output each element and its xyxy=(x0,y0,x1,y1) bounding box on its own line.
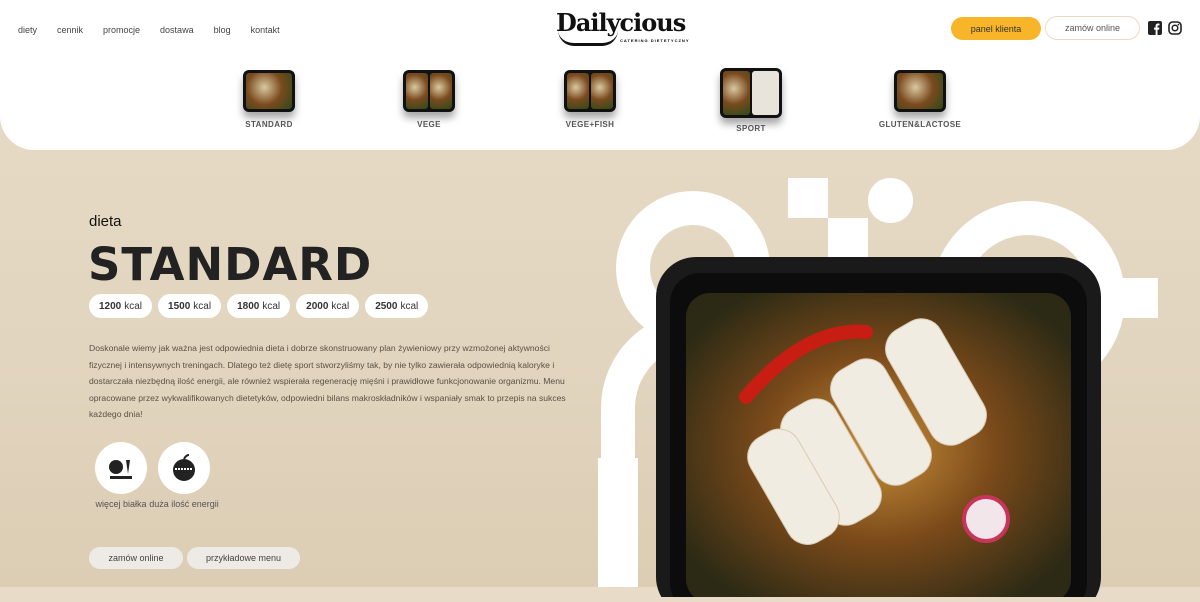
kcal-option-1800[interactable]: 1800 kcal xyxy=(227,294,291,318)
diet-thumbnail xyxy=(403,70,455,112)
diet-thumbnail xyxy=(243,70,295,112)
instagram-icon[interactable] xyxy=(1168,21,1182,35)
feature-protein: więcej białka xyxy=(86,442,156,509)
kcal-option-2000[interactable]: 2000 kcal xyxy=(296,294,360,318)
sample-menu-pill[interactable]: przykładowe menu xyxy=(187,547,300,569)
diet-tab-vege[interactable]: VEGE xyxy=(379,70,479,129)
diet-tab-gluten-lactose[interactable]: GLUTEN&LACTOSE xyxy=(870,70,970,129)
hero-subtitle: dieta xyxy=(89,213,122,230)
nav-promocje[interactable]: promocje xyxy=(103,25,140,35)
nav-diety[interactable]: diety xyxy=(18,25,37,35)
protein-icon xyxy=(95,442,147,494)
food-tray-image xyxy=(656,257,1101,602)
feature-energy: duża ilość energii xyxy=(149,442,219,509)
kcal-option-1200[interactable]: 1200 kcal xyxy=(89,294,153,318)
diet-thumbnail xyxy=(894,70,946,112)
kcal-options: 1200 kcal 1500 kcal 1800 kcal 2000 kcal 2500… xyxy=(89,294,429,318)
order-online-button[interactable]: zamów online xyxy=(1045,16,1140,40)
nav-dostawa[interactable]: dostawa xyxy=(160,25,194,35)
order-online-pill[interactable]: zamów online xyxy=(89,547,183,569)
kcal-option-2500[interactable]: 2500 kcal xyxy=(365,294,429,318)
hero-title: STANDARD xyxy=(88,238,373,291)
nav-blog[interactable]: blog xyxy=(214,25,231,35)
diet-description: Doskonale wiemy jak ważna jest odpowiedn… xyxy=(89,343,566,419)
diet-thumbnail xyxy=(720,68,782,118)
diet-tab-vege-fish[interactable]: VEGE+FISH xyxy=(540,70,640,129)
apple-energy-icon xyxy=(158,442,210,494)
site-header: diety cennik promocje dostawa blog konta… xyxy=(0,0,1200,150)
diet-thumbnail xyxy=(564,70,616,112)
client-panel-button[interactable]: panel klienta xyxy=(951,17,1041,40)
nav-cennik[interactable]: cennik xyxy=(57,25,83,35)
facebook-icon[interactable] xyxy=(1148,21,1162,35)
diet-tab-sport[interactable]: SPORT xyxy=(701,68,801,133)
main-nav: diety cennik promocje dostawa blog konta… xyxy=(18,25,300,35)
logo[interactable]: Dailycious CATERING DIETETYCZNY xyxy=(556,8,688,46)
logo-swoosh xyxy=(558,30,618,46)
nav-kontakt[interactable]: kontakt xyxy=(251,25,280,35)
diet-tab-standard[interactable]: STANDARD xyxy=(219,70,319,129)
kcal-option-1500[interactable]: 1500 kcal xyxy=(158,294,222,318)
